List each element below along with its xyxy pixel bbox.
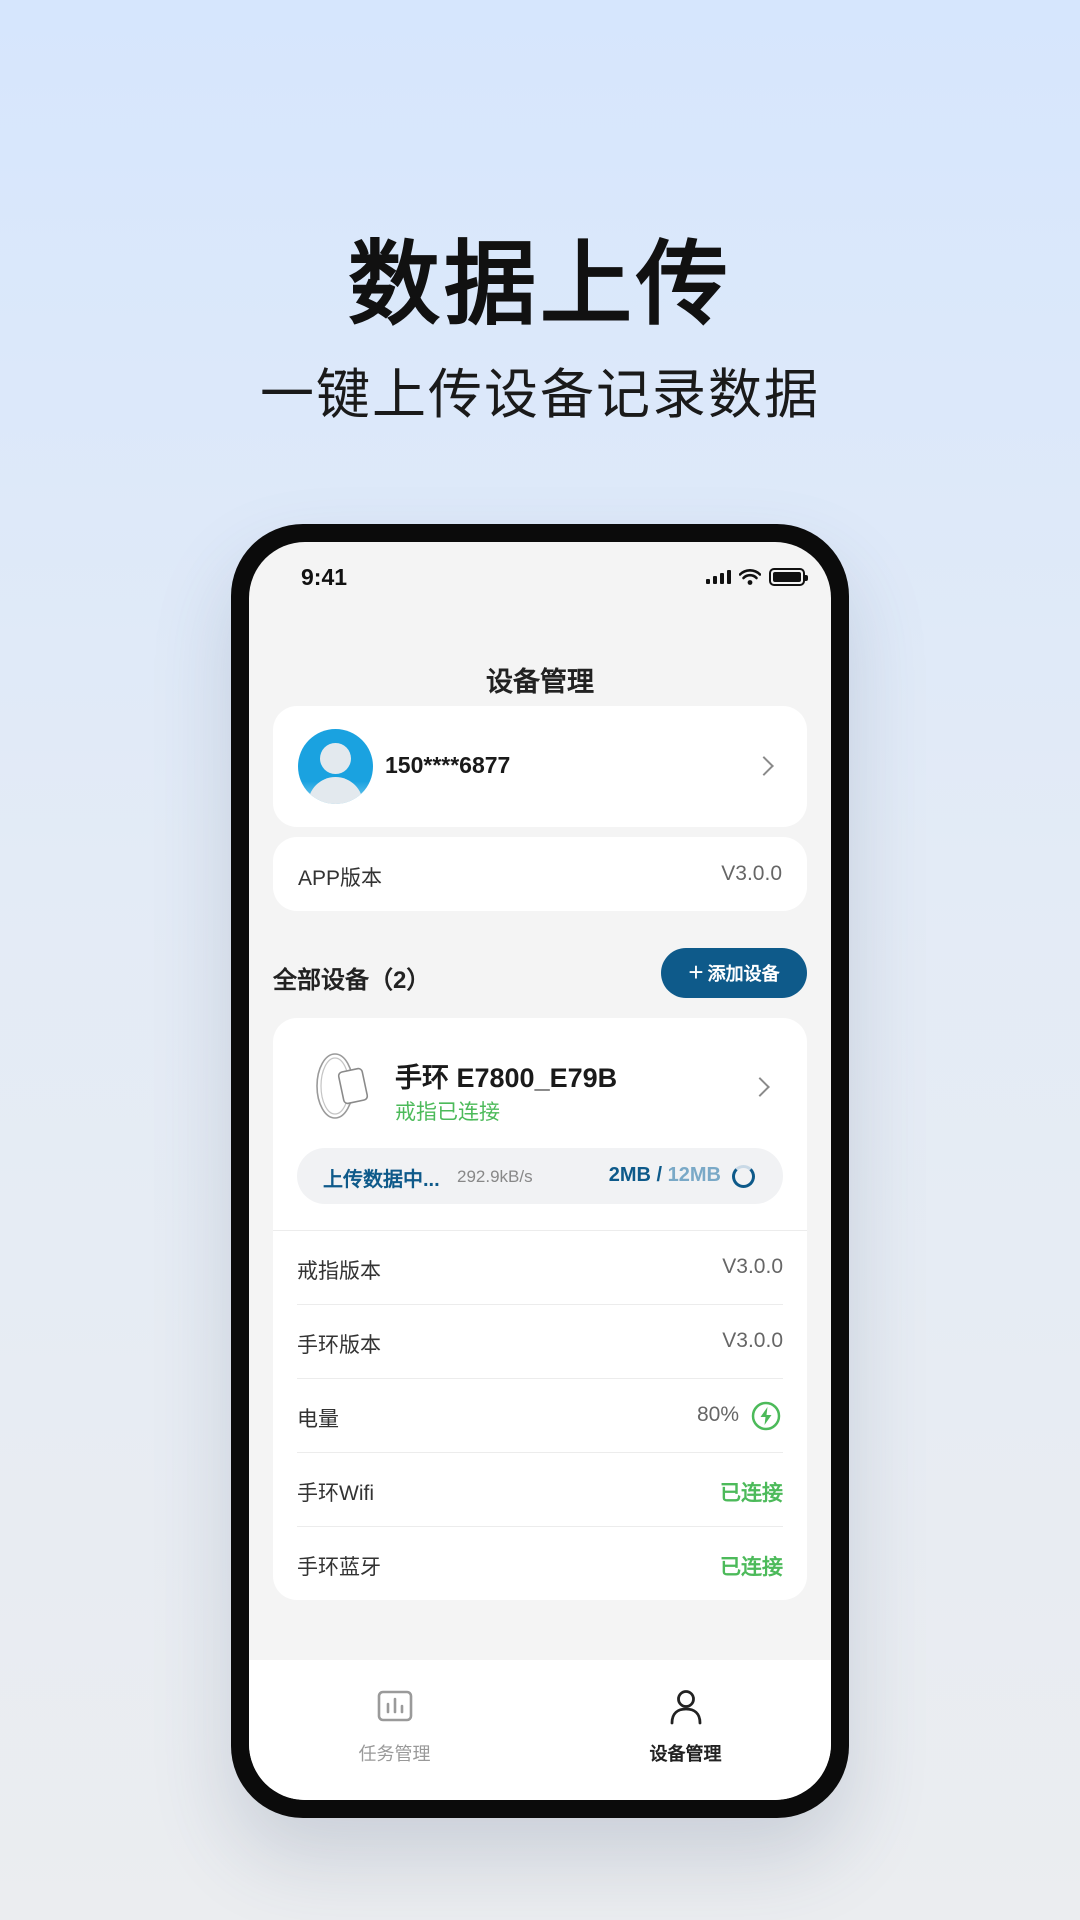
tab-device-management[interactable]: 设备管理 <box>540 1660 831 1800</box>
add-device-label: 添加设备 <box>707 964 780 984</box>
upload-speed: 292.9kB/s <box>457 1167 533 1186</box>
info-row-wifi: 手环Wifi 已连接 <box>297 1453 783 1527</box>
hero-subtitle: 一键上传设备记录数据 <box>260 365 820 425</box>
tab-label: 任务管理 <box>358 1744 431 1764</box>
user-phone: 150****6877 <box>385 752 511 778</box>
chart-icon <box>377 1690 412 1722</box>
status-icons <box>706 568 808 586</box>
info-label: 手环Wifi <box>297 1482 374 1505</box>
tab-label: 设备管理 <box>649 1744 722 1764</box>
page-title: 设备管理 <box>486 667 594 697</box>
info-row-ring-version: 戒指版本 V3.0.0 <box>297 1231 783 1305</box>
upload-label: 上传数据中... <box>323 1169 440 1191</box>
wristband-icon <box>316 1053 369 1119</box>
info-label: 电量 <box>297 1408 339 1431</box>
user-icon <box>670 1690 701 1725</box>
battery-icon <box>769 568 808 586</box>
upload-separator: / <box>656 1164 663 1186</box>
tab-task-management[interactable]: 任务管理 <box>249 1660 540 1800</box>
upload-progress-bar: 上传数据中... 292.9kB/s 2MB / 12MB <box>297 1148 783 1204</box>
status-time: 9:41 <box>301 564 348 590</box>
info-row-bluetooth: 手环蓝牙 已连接 <box>297 1527 783 1601</box>
info-value: V3.0.0 <box>722 1255 783 1278</box>
device-card: 手环 E7800_E79B 戒指已连接 上传数据中... 292.9kB/s 2… <box>273 1018 807 1600</box>
status-bar: 9:41 <box>249 542 831 612</box>
charging-icon <box>751 1401 781 1431</box>
phone-screen: 9:41 设备管理 150****6877 APP版本 V3.0.0 全部设备（… <box>249 542 831 1800</box>
tab-bar: 任务管理 设备管理 <box>249 1660 831 1800</box>
user-card[interactable]: 150****6877 <box>273 706 807 827</box>
info-label: 戒指版本 <box>297 1260 381 1283</box>
info-value: V3.0.0 <box>722 1329 783 1352</box>
phone-frame: 9:41 设备管理 150****6877 APP版本 V3.0.0 全部设备（… <box>231 524 849 1818</box>
info-label: 手环蓝牙 <box>297 1556 381 1579</box>
chevron-right-icon <box>754 756 774 776</box>
hero-title: 数据上传 <box>347 234 732 336</box>
info-row-band-version: 手环版本 V3.0.0 <box>297 1305 783 1379</box>
loading-spinner-icon <box>732 1165 755 1188</box>
upload-total: 12MB <box>667 1164 721 1186</box>
app-version-row: APP版本 V3.0.0 <box>273 837 807 911</box>
upload-progress-text: 2MB / 12MB <box>609 1164 721 1187</box>
plus-icon: + <box>688 956 704 987</box>
info-row-battery: 电量 80% <box>297 1379 783 1453</box>
devices-section-title: 全部设备（2） <box>273 967 431 994</box>
chevron-right-icon[interactable] <box>750 1077 770 1097</box>
signal-icon <box>706 570 731 584</box>
device-status: 戒指已连接 <box>395 1101 500 1124</box>
info-value: 已连接 <box>720 1482 783 1505</box>
add-device-button[interactable]: + 添加设备 <box>661 948 807 998</box>
info-label: 手环版本 <box>297 1334 381 1357</box>
app-version-value: V3.0.0 <box>721 862 782 885</box>
avatar <box>298 729 373 804</box>
wifi-icon <box>739 569 761 585</box>
device-name: 手环 E7800_E79B <box>395 1063 618 1093</box>
upload-done: 2MB <box>608 1164 651 1186</box>
app-version-label: APP版本 <box>298 867 383 890</box>
info-value: 80% <box>696 1403 739 1426</box>
info-value: 已连接 <box>720 1556 783 1579</box>
